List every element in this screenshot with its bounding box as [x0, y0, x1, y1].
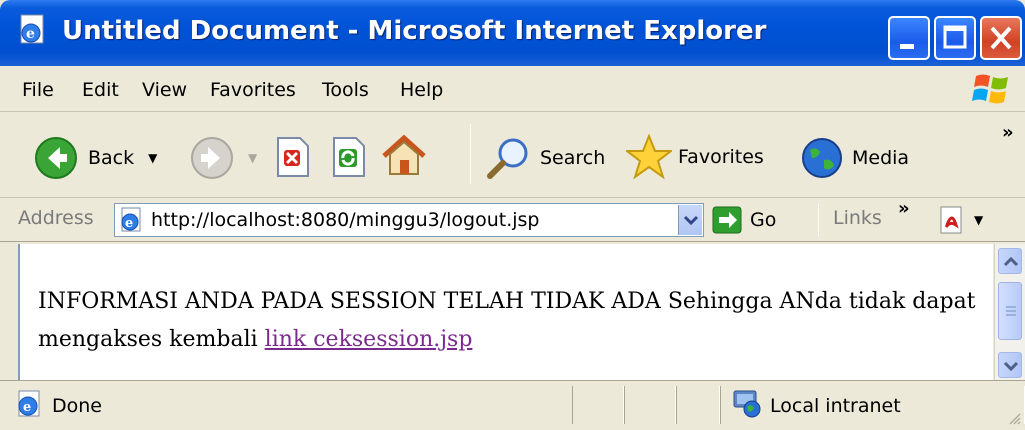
toolbar-separator	[470, 124, 471, 184]
svg-text:e: e	[26, 26, 35, 42]
media-button[interactable]: Media	[800, 136, 909, 180]
stop-button[interactable]	[272, 136, 312, 178]
ie-page-icon: e	[121, 207, 141, 232]
menu-edit[interactable]: Edit	[82, 79, 119, 101]
status-pane	[676, 386, 720, 424]
ceksession-link[interactable]: link ceksession.jsp	[265, 327, 473, 352]
go-arrow-icon	[712, 206, 742, 234]
favorites-button[interactable]: Favorites	[626, 134, 764, 180]
home-icon	[382, 134, 426, 175]
go-label: Go	[750, 209, 777, 231]
menu-file[interactable]: File	[22, 79, 54, 101]
star-icon	[626, 134, 672, 180]
maximize-button[interactable]	[934, 16, 976, 60]
local-intranet-icon	[733, 390, 761, 418]
maximize-icon	[943, 25, 967, 49]
pdf-dropdown-arrow-icon[interactable]: ▼	[974, 213, 983, 227]
links-overflow-chevron[interactable]: »	[898, 198, 910, 219]
address-url: http://localhost:8080/minggu3/logout.jsp	[151, 209, 540, 231]
status-text: Done	[52, 395, 102, 417]
scroll-down-button[interactable]	[998, 352, 1022, 378]
chevron-up-icon	[1003, 256, 1019, 267]
grip-icon	[1006, 306, 1016, 316]
media-label: Media	[852, 147, 910, 169]
ie-page-icon: e	[18, 390, 40, 417]
go-button[interactable]: Go	[712, 206, 776, 234]
svg-text:e: e	[23, 400, 31, 415]
window-title: Untitled Document - Microsoft Internet E…	[62, 16, 767, 46]
forward-dropdown-arrow-icon[interactable]: ▼	[248, 151, 257, 165]
menu-tools[interactable]: Tools	[322, 79, 369, 101]
pdf-toolbar-button[interactable]: ▼	[938, 205, 983, 235]
title-bar[interactable]: e Untitled Document - Microsoft Internet…	[0, 0, 1025, 66]
session-message: INFORMASI ANDA PADA SESSION TELAH TIDAK …	[38, 289, 976, 352]
status-pane	[624, 386, 676, 424]
ie-page-icon: e	[20, 14, 44, 44]
scroll-up-button[interactable]	[998, 248, 1022, 274]
status-pane	[572, 386, 624, 424]
svg-text:e: e	[125, 216, 133, 231]
minimize-button[interactable]	[888, 16, 930, 60]
chevron-down-icon	[683, 215, 699, 226]
search-label: Search	[540, 147, 606, 169]
favorites-label: Favorites	[678, 146, 764, 168]
home-button[interactable]	[380, 132, 428, 180]
windows-logo-icon	[972, 74, 1008, 104]
forward-button[interactable]: ▼	[190, 136, 257, 180]
security-zone-label: Local intranet	[770, 395, 901, 417]
back-dropdown-arrow-icon[interactable]: ▼	[148, 151, 157, 165]
search-button[interactable]: Search	[486, 136, 605, 180]
refresh-button[interactable]	[328, 136, 368, 178]
minimize-icon	[900, 44, 914, 49]
close-button[interactable]	[980, 16, 1022, 60]
address-label: Address	[18, 207, 94, 229]
links-label[interactable]: Links	[833, 207, 882, 229]
browser-window: e Untitled Document - Microsoft Internet…	[0, 0, 1025, 430]
globe-icon	[802, 138, 842, 178]
pdf-icon	[940, 206, 962, 234]
toolbar-overflow-chevron[interactable]: »	[1002, 122, 1014, 143]
forward-arrow-icon	[191, 137, 233, 179]
chevron-down-icon	[1003, 361, 1019, 372]
refresh-icon	[333, 137, 365, 177]
stop-icon	[277, 137, 309, 177]
address-dropdown-button[interactable]	[678, 205, 702, 235]
back-label: Back	[88, 147, 135, 169]
close-icon	[990, 26, 1012, 50]
back-arrow-icon	[35, 137, 77, 179]
address-separator	[818, 204, 819, 236]
menu-favorites[interactable]: Favorites	[210, 79, 296, 101]
menu-help[interactable]: Help	[400, 79, 443, 101]
address-input[interactable]: e http://localhost:8080/minggu3/logout.j…	[114, 203, 704, 237]
resize-grip-icon[interactable]	[1006, 410, 1022, 426]
back-button[interactable]: Back ▼	[34, 136, 157, 180]
scroll-thumb[interactable]	[998, 282, 1022, 340]
search-icon	[487, 138, 528, 179]
page-message: INFORMASI ANDA PADA SESSION TELAH TIDAK …	[38, 283, 978, 359]
menu-view[interactable]: View	[142, 79, 187, 101]
